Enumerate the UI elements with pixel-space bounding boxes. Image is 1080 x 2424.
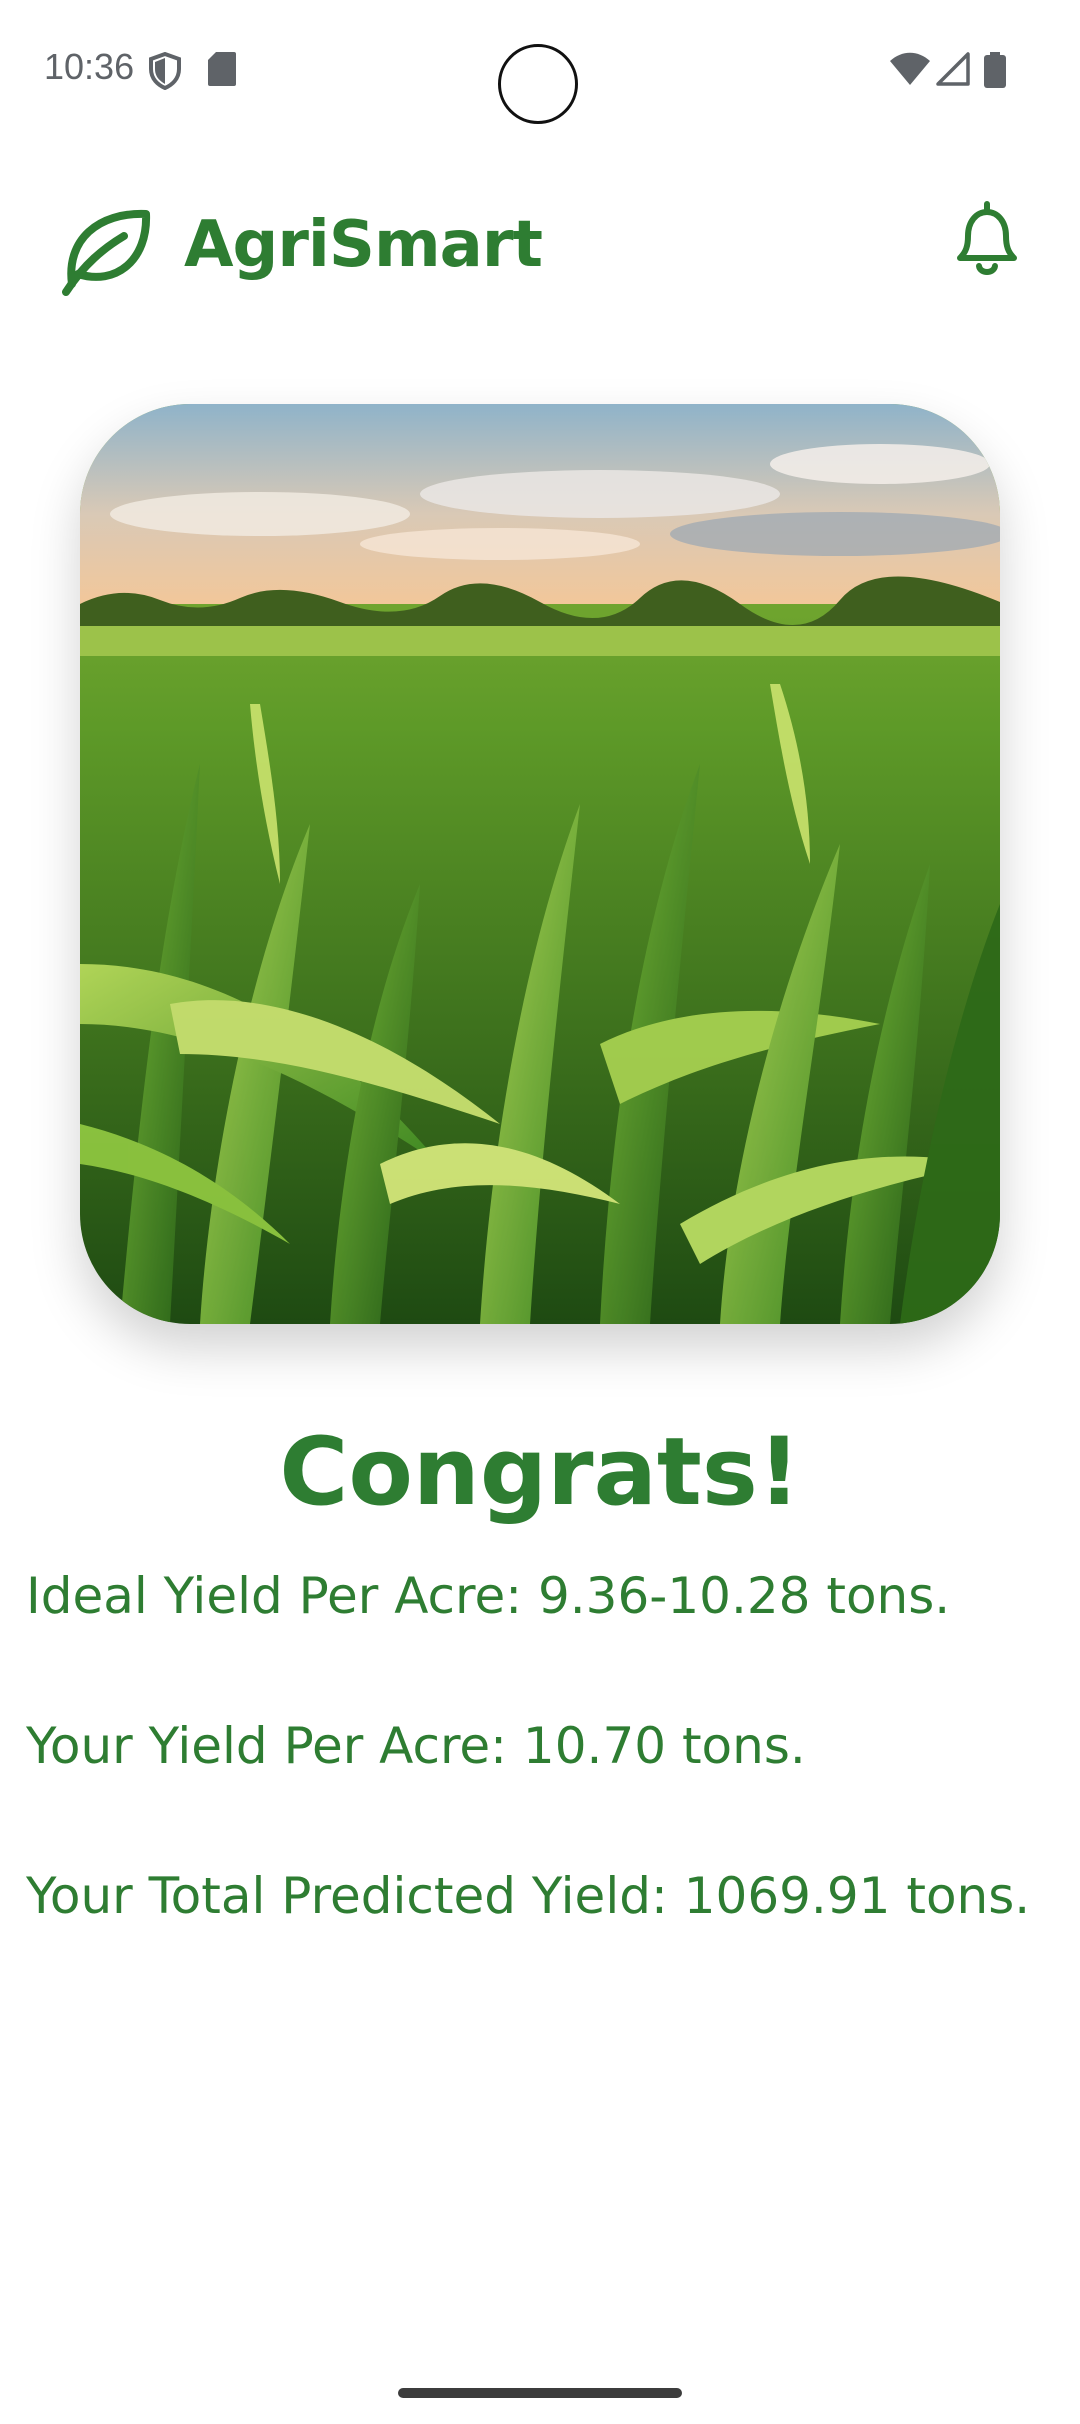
status-time: 10:36	[44, 46, 135, 87]
congrats-heading: Congrats!	[279, 1418, 801, 1527]
home-indicator[interactable]	[398, 2388, 682, 2398]
camera-cutout	[498, 44, 578, 124]
bell-icon[interactable]	[944, 196, 1030, 282]
wifi-icon	[890, 52, 930, 90]
app-title: AgriSmart	[184, 208, 543, 282]
battery-icon	[984, 52, 1006, 92]
status-bar: 10:36	[0, 0, 1080, 140]
leaf-icon	[58, 200, 154, 296]
sd-card-icon	[208, 52, 236, 90]
ideal-yield-text: Ideal Yield Per Acre: 9.36-10.28 tons.	[26, 1567, 951, 1625]
shield-icon	[148, 51, 182, 94]
total-yield-text: Your Total Predicted Yield: 1069.91 tons…	[26, 1867, 1031, 1925]
corn-field-image	[80, 404, 1000, 1324]
screen: 10:36 AgriSmart Congrats! Ideal Yield Pe…	[0, 0, 1080, 2424]
signal-icon	[936, 52, 970, 90]
your-yield-text: Your Yield Per Acre: 10.70 tons.	[26, 1717, 806, 1775]
app-bar: AgriSmart	[0, 190, 1080, 300]
